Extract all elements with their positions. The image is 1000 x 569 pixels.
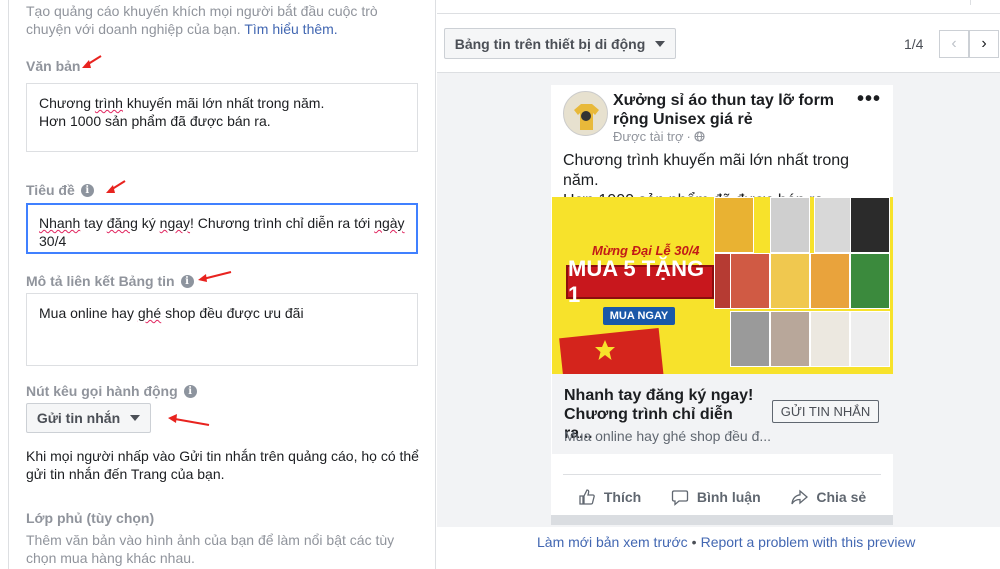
info-icon[interactable]: i [180, 274, 194, 288]
cta-label: Nút kêu gọi hành động i [26, 383, 197, 399]
headline-line1: Nhanh tay đăng ký ngay! Chương trình chỉ… [39, 215, 405, 231]
annotation-arrow-icon [106, 180, 126, 193]
chevron-left-icon: ‹ [951, 35, 957, 52]
comment-label: Bình luận [696, 489, 761, 505]
info-icon[interactable]: i [183, 384, 197, 398]
product-photo [810, 253, 850, 309]
ad-image[interactable]: Mừng Đại Lễ 30/4 MUA 5 TẶNG 1 MUA NGAY [552, 197, 893, 374]
product-photo [770, 253, 810, 309]
info-icon[interactable]: i [80, 183, 94, 197]
globe-icon [694, 131, 705, 142]
ad-editor-panel: Tạo quảng cáo khuyến khích mọi người bắt… [8, 0, 436, 569]
page-name[interactable]: Xưởng sỉ áo thun tay lỡ form rộng Unisex… [613, 91, 853, 129]
overlay-label-text: Lớp phủ (tùy chọn) [26, 510, 155, 526]
text-label-text: Văn bản [26, 58, 81, 74]
report-problem-link[interactable]: Report a problem with this preview [701, 534, 916, 550]
headline-line2: 30/4 [39, 233, 67, 249]
sponsored-text: Được tài trợ [613, 129, 684, 144]
product-photo [850, 311, 890, 367]
dot-separator: • [691, 534, 697, 550]
post-text-line1: Chương trình khuyến mãi lớn nhất trong n… [563, 152, 850, 189]
share-button[interactable]: Chia sẻ [790, 488, 866, 506]
link-preview[interactable]: Nhanh tay đăng ký ngay! Chương trình chỉ… [552, 374, 893, 454]
share-label: Chia sẻ [816, 489, 867, 505]
product-photo [770, 197, 810, 253]
preview-footer: Làm mới bản xem trước • Report a problem w… [537, 534, 957, 550]
send-message-button[interactable]: GỬI TIN NHẮN [772, 400, 879, 423]
next-button[interactable]: › [969, 30, 999, 58]
intro-text: Tạo quảng cáo khuyến khích mọi người bắt… [26, 2, 426, 38]
product-photo [810, 311, 850, 367]
pager-count: 1/4 [904, 36, 924, 52]
cta-label-text: Nút kêu gọi hành động [26, 383, 178, 399]
primary-text-line1: Chương trình khuyến mãi lớn nhất trong n… [39, 95, 325, 111]
post-actions-bar: Thích Bình luận Chia sẻ [563, 474, 881, 519]
ad-preview-panel: Bảng tin trên thiết bị di động 1/4 ‹ › X… [437, 0, 1000, 569]
chevron-down-icon [655, 40, 666, 47]
newsfeed-desc-field[interactable]: Mua online hay ghé shop đều được ưu đãi [26, 293, 418, 366]
annotation-arrow-icon [82, 55, 102, 68]
cta-dropdown-value: Gửi tin nhắn [36, 410, 121, 426]
newsfeed-desc-label-text: Mô tả liên kết Bảng tin [26, 273, 175, 289]
headline-field[interactable]: Nhanh tay đăng ký ngay! Chương trình chỉ… [26, 203, 418, 254]
prev-button[interactable]: ‹ [939, 30, 969, 58]
share-icon [791, 489, 809, 505]
more-options-icon[interactable]: ••• [857, 88, 881, 111]
headline-label-text: Tiêu đề [26, 182, 75, 198]
overlay-help-text: Thêm văn bản vào hình ảnh của bạn để làm… [26, 532, 395, 566]
product-photo [770, 311, 810, 367]
like-label: Thích [603, 489, 642, 505]
product-photo [730, 253, 770, 309]
headline-label: Tiêu đề i [26, 182, 94, 198]
shirt-icon [564, 92, 607, 135]
product-photo [714, 197, 754, 253]
annotation-arrow-icon [198, 271, 232, 282]
placement-dropdown[interactable]: Bảng tin trên thiết bị di động [444, 28, 676, 59]
comment-button[interactable]: Bình luận [671, 488, 761, 506]
primary-text-line2: Hơn 1000 sản phẩm đã được bán ra. [39, 113, 271, 129]
chevron-down-icon [130, 415, 141, 421]
overlay-label: Lớp phủ (tùy chọn) [26, 510, 154, 526]
product-photo [850, 253, 890, 309]
link-description: Mua online hay ghé shop đều đ... [564, 428, 772, 444]
top-tab-edge [970, 0, 1000, 5]
ad-card: Xưởng sỉ áo thun tay lỡ form rộng Unisex… [551, 85, 893, 525]
star-icon [595, 340, 615, 360]
comment-icon [671, 490, 689, 506]
page-avatar[interactable] [563, 91, 608, 136]
chevron-right-icon: › [981, 35, 987, 52]
newsfeed-desc-value: Mua online hay ghé shop đều được ưu đãi [39, 305, 304, 321]
like-button[interactable]: Thích [578, 488, 641, 506]
sponsored-label: Được tài trợ · [613, 129, 705, 144]
dot-separator: · [686, 129, 691, 144]
learn-more-link[interactable]: Tìm hiểu thêm. [244, 21, 337, 37]
top-divider [437, 0, 1000, 14]
text-label: Văn bản [26, 58, 80, 74]
card-bottom-divider [551, 515, 893, 525]
placement-value: Bảng tin trên thiết bị di động [454, 35, 646, 52]
newsfeed-desc-label: Mô tả liên kết Bảng tin i [26, 273, 194, 289]
banner-title: MUA 5 TẶNG 1 [566, 256, 714, 307]
banner-button: MUA NGAY [603, 307, 675, 325]
thumbs-up-icon [579, 489, 595, 505]
cta-dropdown[interactable]: Gửi tin nhắn [26, 403, 151, 433]
product-photo [850, 197, 890, 253]
product-photo [730, 311, 770, 367]
primary-text-field[interactable]: Chương trình khuyến mãi lớn nhất trong n… [26, 83, 418, 152]
cta-help-text: Khi mọi người nhấp vào Gửi tin nhắn trên… [26, 448, 419, 482]
refresh-preview-link[interactable]: Làm mới bản xem trước [537, 534, 688, 550]
product-photo [814, 197, 854, 253]
annotation-arrow-icon [168, 414, 210, 426]
